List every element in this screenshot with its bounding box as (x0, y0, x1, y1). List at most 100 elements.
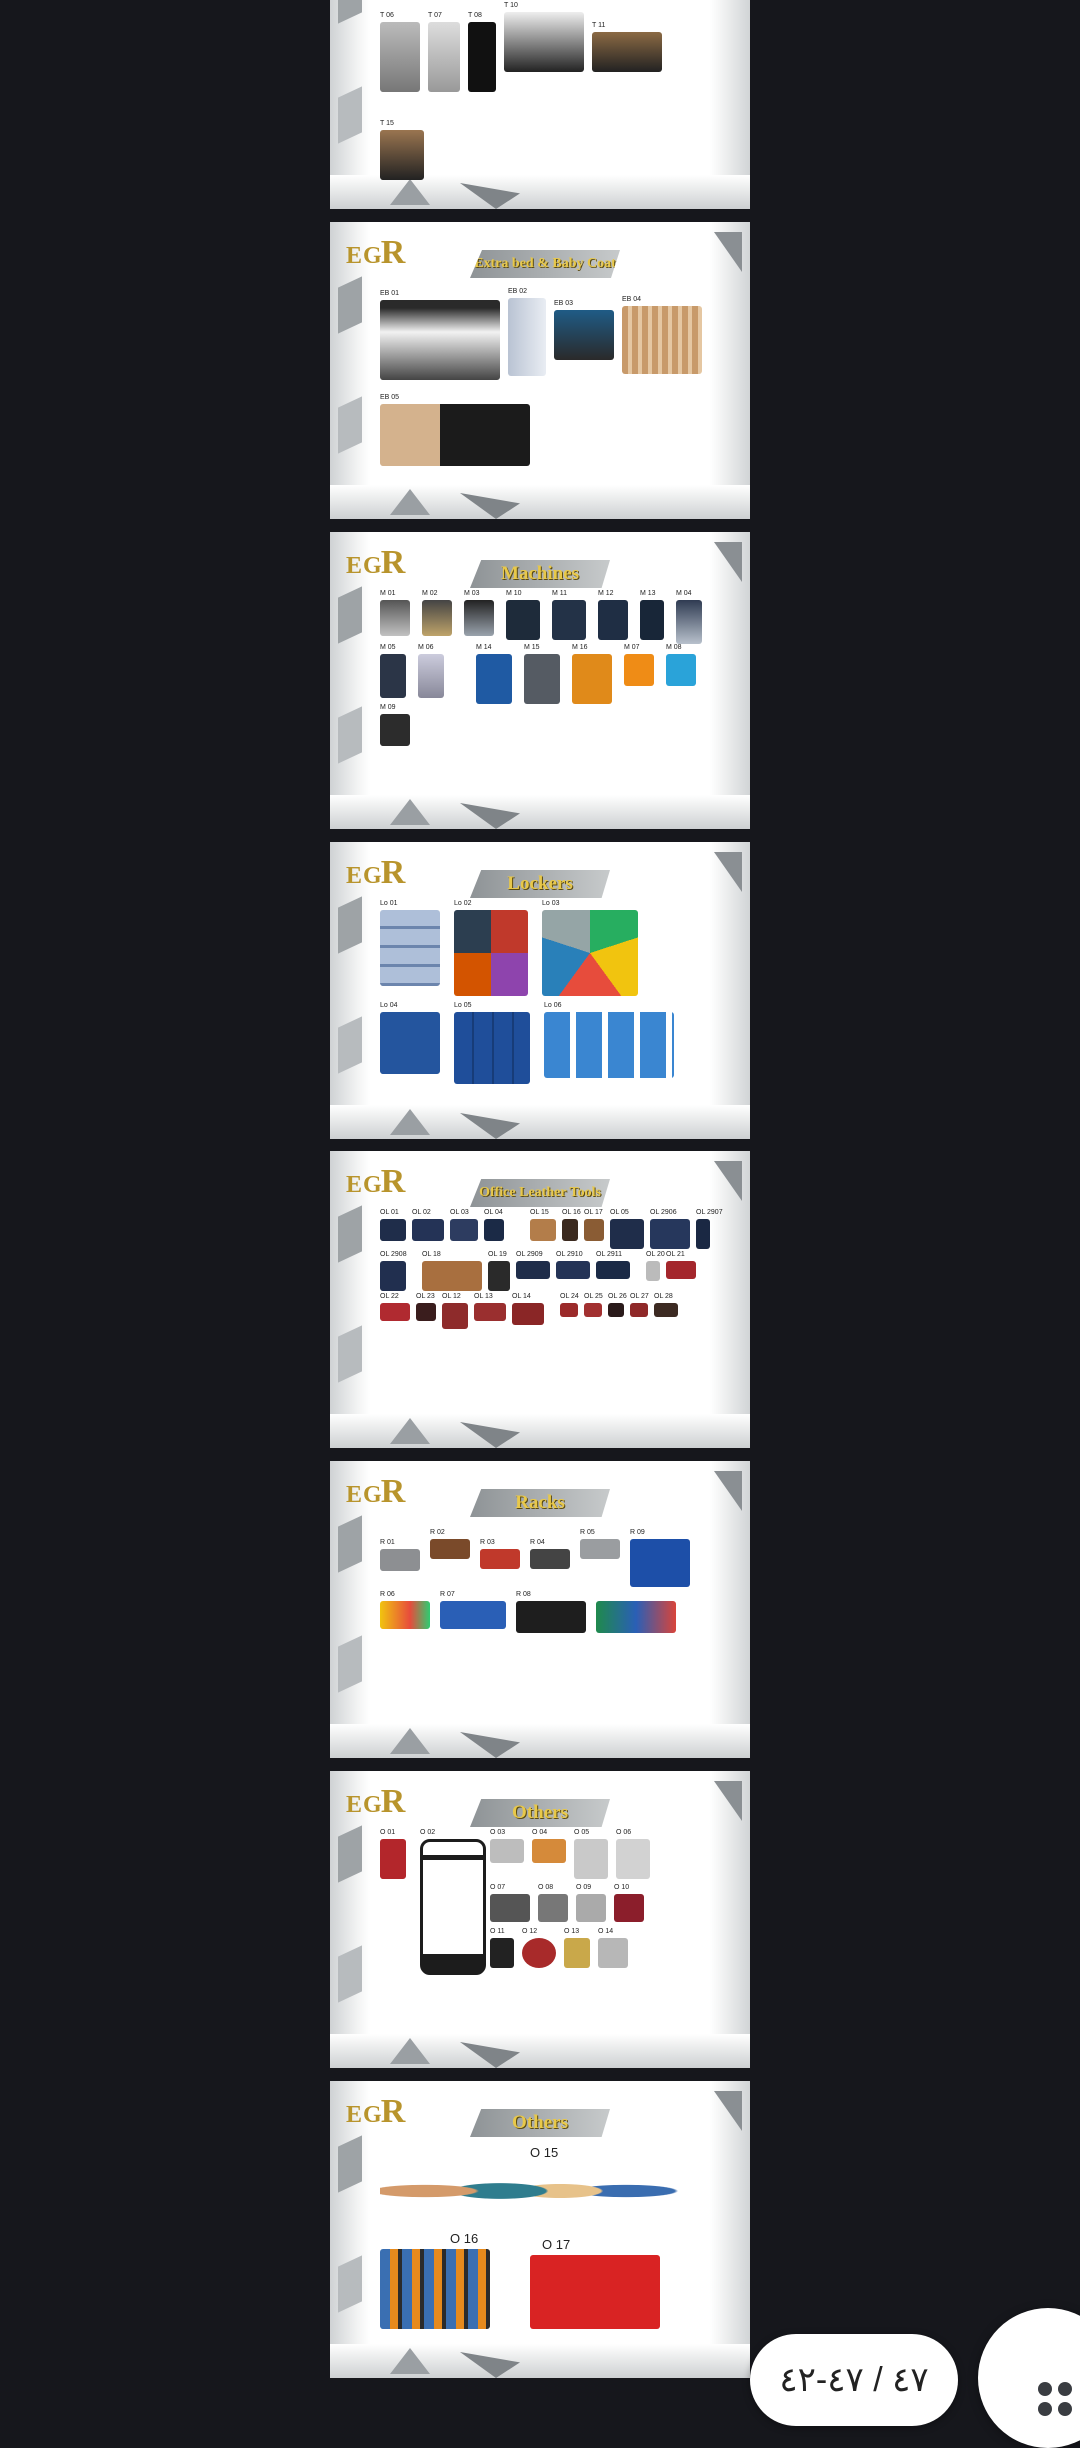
product-code: R 06 (380, 1591, 395, 1598)
catalog-page-extra-bed: EGR Extra bed & Baby Coat EB 01 EB 02 EB… (330, 222, 750, 519)
product-item: M 02 (422, 590, 452, 636)
product-code: OL 2906 (650, 1209, 677, 1216)
product-item: OL 04 (484, 1209, 504, 1241)
product-item: T 08 (468, 12, 496, 92)
section-banner: Office Leather Tools (470, 1179, 610, 1207)
page-decoration (710, 1771, 750, 2068)
product-code: Lo 04 (380, 1002, 398, 1009)
brand-logo: EGR (346, 854, 407, 891)
product-code: O 05 (574, 1829, 590, 1836)
product-code: OL 13 (474, 1293, 493, 1300)
page-decoration (710, 842, 750, 1139)
product-item: Lo 03 (542, 900, 638, 996)
page-decoration (710, 1151, 750, 1448)
product-code: M 05 (380, 644, 396, 651)
brand-logo: EGR (346, 1783, 407, 1820)
product-item: O 03 (490, 1829, 524, 1863)
product-item: M 05 (380, 644, 406, 698)
product-item: R 03 (480, 1539, 520, 1569)
product-code: OL 2911 (596, 1251, 623, 1258)
product-code: M 08 (666, 644, 682, 651)
product-item: OL 18 (422, 1251, 482, 1291)
product-item: Lo 05 (454, 1002, 530, 1084)
product-item: OL 05 (610, 1209, 644, 1249)
section-title: Office Leather Tools (479, 1185, 601, 1200)
section-banner: Lockers (470, 870, 610, 898)
product-item: OL 16 (562, 1209, 581, 1241)
product-item: M 13 (640, 590, 664, 640)
product-item: O 02 (420, 1829, 486, 1975)
page-decoration (330, 1105, 750, 1139)
product-item: Lo 02 (454, 900, 528, 996)
product-code: OL 04 (484, 1209, 503, 1216)
product-item: EB 01 (380, 290, 500, 380)
product-item: O 16 (380, 2231, 490, 2329)
product-item: OL 02 (412, 1209, 444, 1241)
page-counter[interactable]: ٤٧ / ٤٧-٤٢ (750, 2334, 958, 2426)
product-code: OL 05 (610, 1209, 629, 1216)
product-item: Lo 04 (380, 1002, 440, 1074)
product-item: O 07 (490, 1884, 530, 1923)
product-code: M 01 (380, 590, 396, 597)
product-code: R 04 (530, 1539, 545, 1546)
product-item: OL 25 (584, 1293, 603, 1317)
section-banner: Racks (470, 1489, 610, 1517)
product-item: OL 2908 (380, 1251, 407, 1291)
product-item: R 09 (630, 1529, 690, 1587)
product-item: M 09 (380, 704, 410, 746)
product-code: O 13 (564, 1927, 580, 1935)
product-item: OL 2911 (596, 1251, 630, 1279)
page-counter-label: ٤٧ / ٤٧-٤٢ (779, 2361, 929, 2399)
product-item: T 10 (504, 2, 584, 72)
catalog-page-machines: EGR Machines M 01 M 02 M 03 M 10 M 11 M … (330, 532, 750, 829)
product-code: OL 16 (562, 1209, 581, 1216)
product-code: O 17 (542, 2237, 571, 2252)
section-banner: Extra bed & Baby Coat (470, 250, 620, 278)
product-code: T 11 (592, 22, 606, 29)
page-decoration (710, 532, 750, 829)
product-code: OL 28 (654, 1293, 673, 1300)
product-code: OL 27 (630, 1293, 649, 1300)
product-code: R 02 (430, 1529, 445, 1536)
product-item: O 01 (380, 1829, 406, 1879)
product-code: O 16 (450, 2231, 479, 2246)
product-code: M 06 (418, 644, 434, 651)
product-code: M 03 (464, 590, 480, 597)
product-code: O 02 (420, 1829, 436, 1836)
product-code: EB 01 (380, 290, 400, 297)
product-code: OL 03 (450, 1209, 469, 1216)
product-item: M 08 (666, 644, 696, 686)
product-grid: M 01 M 02 M 03 M 10 M 11 M 12 M 13 M 04 … (380, 590, 710, 793)
page-decoration (710, 1461, 750, 1758)
product-item: M 12 (598, 590, 628, 640)
product-item (596, 1601, 676, 1633)
section-title: Machines (500, 563, 580, 584)
product-code: R 03 (480, 1539, 495, 1546)
page-decoration (330, 1724, 750, 1758)
product-code: M 12 (598, 590, 614, 597)
product-code: O 11 (490, 1927, 505, 1935)
product-item: OL 19 (488, 1251, 510, 1291)
page-decoration (710, 2081, 750, 2378)
product-item: O 10 (614, 1884, 644, 1923)
page-decoration (710, 222, 750, 519)
product-item: O 13 (564, 1928, 590, 1968)
section-title: Others (512, 1802, 568, 1823)
product-item: OL 21 (666, 1251, 696, 1279)
product-code: O 07 (490, 1884, 506, 1892)
product-item: R 05 (580, 1529, 620, 1559)
product-item: OL 23 (416, 1293, 436, 1321)
product-item: OL 22 (380, 1293, 410, 1321)
brand-logo: EGR (346, 1473, 407, 1510)
page-decoration (330, 2034, 750, 2068)
grid-view-button[interactable] (978, 2308, 1080, 2448)
product-code: EB 03 (554, 300, 574, 307)
product-item: M 03 (464, 590, 494, 636)
product-item: OL 03 (450, 1209, 478, 1241)
product-code: OL 19 (488, 1251, 507, 1258)
product-code: T 08 (468, 12, 482, 19)
product-code: Lo 06 (544, 1002, 562, 1009)
product-item: O 05 (574, 1829, 608, 1879)
product-item: R 07 (440, 1591, 506, 1629)
product-code: EB 02 (508, 288, 528, 295)
